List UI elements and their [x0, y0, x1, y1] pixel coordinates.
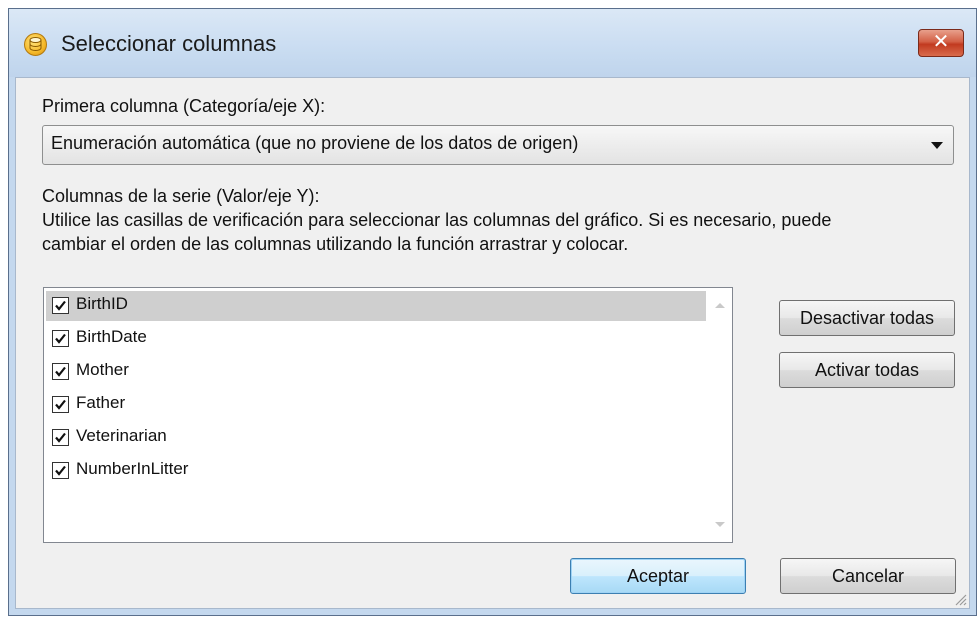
birthid-checkbox[interactable] — [52, 297, 69, 314]
series-columns-label: Columnas de la serie (Valor/eje Y): — [42, 186, 320, 206]
series-columns-list[interactable]: BirthID BirthDate Mother Father Veterina… — [43, 287, 733, 543]
checkmark-icon — [55, 333, 66, 344]
ok-button[interactable]: Aceptar — [570, 558, 746, 594]
scroll-down-arrow-icon[interactable] — [715, 522, 725, 527]
scroll-up-arrow-icon[interactable] — [715, 303, 725, 308]
list-item-mother[interactable]: Mother — [46, 357, 706, 387]
cancel-button[interactable]: Cancelar — [780, 558, 956, 594]
title-bar[interactable]: Seleccionar columnas ✕ — [9, 9, 976, 77]
resize-grip-icon[interactable] — [953, 592, 967, 606]
select-columns-dialog: Seleccionar columnas ✕ Primera columna (… — [8, 8, 977, 616]
series-help-text-line1: Utilice las casillas de verificación par… — [42, 210, 832, 230]
list-item-veterinarian[interactable]: Veterinarian — [46, 423, 706, 453]
father-checkbox[interactable] — [52, 396, 69, 413]
birthdate-checkbox[interactable] — [52, 330, 69, 347]
first-column-selected-value: Enumeración automática (que no proviene … — [51, 133, 579, 153]
mother-checkbox[interactable] — [52, 363, 69, 380]
first-column-dropdown[interactable]: Enumeración automática (que no proviene … — [42, 125, 954, 165]
list-item-label: Mother — [76, 360, 129, 379]
first-column-label: Primera columna (Categoría/eje X): — [42, 96, 326, 116]
deactivate-all-button[interactable]: Desactivar todas — [779, 300, 955, 336]
list-item-label: Veterinarian — [76, 426, 167, 445]
database-icon — [24, 33, 47, 56]
activate-all-button[interactable]: Activar todas — [779, 352, 955, 388]
list-item-numberinlitter[interactable]: NumberInLitter — [46, 456, 706, 486]
veterinarian-checkbox[interactable] — [52, 429, 69, 446]
numberinlitter-checkbox[interactable] — [52, 462, 69, 479]
close-button[interactable]: ✕ — [918, 29, 964, 57]
list-item-label: BirthID — [76, 294, 128, 313]
chevron-down-icon — [931, 142, 943, 149]
checkmark-icon — [55, 300, 66, 311]
list-item-birthid[interactable]: BirthID — [46, 291, 706, 321]
list-item-label: BirthDate — [76, 327, 147, 346]
list-item-birthdate[interactable]: BirthDate — [46, 324, 706, 354]
checkmark-icon — [55, 366, 66, 377]
series-help-text-line2: cambiar el orden de las columnas utiliza… — [42, 234, 629, 254]
checkmark-icon — [55, 399, 66, 410]
close-icon: ✕ — [932, 31, 950, 53]
list-item-label: Father — [76, 393, 126, 412]
checkmark-icon — [55, 432, 66, 443]
dialog-title: Seleccionar columnas — [61, 31, 277, 56]
checkmark-icon — [55, 465, 66, 476]
list-scrollbar[interactable] — [710, 289, 731, 541]
list-item-label: NumberInLitter — [76, 459, 189, 478]
dialog-body: Primera columna (Categoría/eje X): Enume… — [15, 77, 970, 609]
list-item-father[interactable]: Father — [46, 390, 706, 420]
